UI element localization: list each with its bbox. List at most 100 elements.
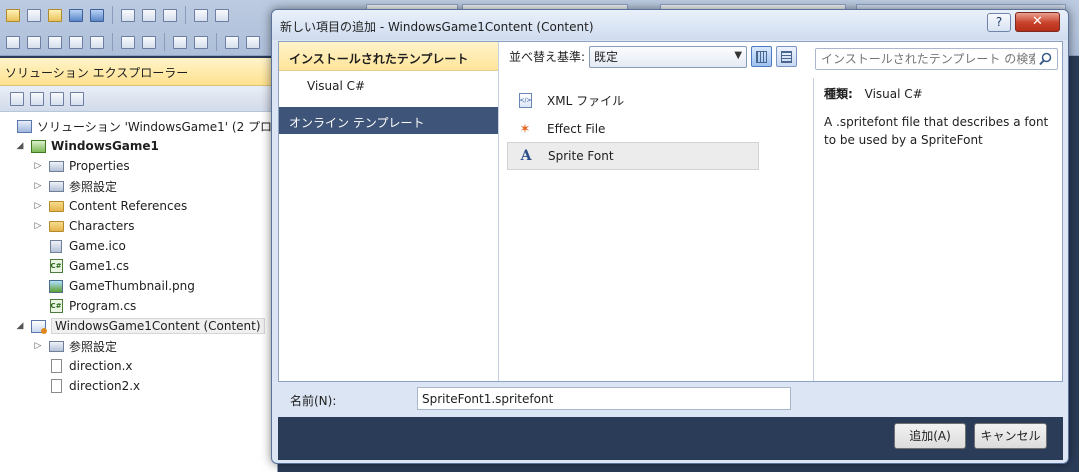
tree-item[interactable]: C# Game1.cs — [48, 256, 129, 276]
solution-icon — [16, 119, 32, 133]
search-icon[interactable] — [1039, 52, 1052, 66]
save-all-icon[interactable] — [88, 6, 106, 24]
tree-item-label: Program.cs — [69, 299, 137, 313]
properties-icon — [48, 159, 64, 173]
tree-item[interactable]: ▷ Characters — [32, 216, 135, 236]
align-lefts-icon[interactable] — [4, 33, 22, 51]
details-view-button[interactable] — [776, 46, 798, 67]
xml-file-icon: </> — [517, 92, 533, 108]
show-all-files-icon[interactable] — [30, 91, 44, 106]
tree-item-label: WindowsGame1Content (Content) — [51, 318, 265, 334]
tree-item[interactable]: ▷ Properties — [32, 156, 130, 176]
collapsed-arrow-icon[interactable]: ▷ — [32, 181, 44, 191]
collapsed-arrow-icon[interactable]: ▷ — [32, 221, 44, 231]
tree-item-label: Characters — [69, 219, 135, 233]
type-value: Visual C# — [864, 87, 923, 101]
save-icon[interactable] — [67, 6, 85, 24]
template-item-label: XML ファイル — [547, 93, 625, 108]
online-templates-category[interactable]: オンライン テンプレート — [279, 107, 498, 134]
expanded-arrow-icon[interactable]: ◢ — [14, 321, 26, 331]
category-visual-csharp[interactable]: Visual C# — [279, 71, 498, 99]
sort-dropdown[interactable]: 既定 ▼ — [589, 45, 748, 68]
undo-icon[interactable] — [192, 6, 210, 24]
template-search-input[interactable] — [821, 52, 1035, 66]
view-class-diagram-icon[interactable] — [70, 91, 84, 106]
properties-icon[interactable] — [10, 91, 24, 106]
chevron-down-icon: ▼ — [734, 49, 743, 61]
template-item-xml-file[interactable]: </> XML ファイル — [507, 86, 759, 114]
tree-item[interactable]: direction.x — [48, 356, 133, 376]
tree-item-label: 参照設定 — [69, 339, 118, 354]
template-item-label: Sprite Font — [548, 149, 614, 163]
template-search-box[interactable] — [815, 48, 1058, 70]
references-icon — [48, 179, 64, 193]
name-row: 名前(N): — [278, 383, 1063, 417]
collapsed-arrow-icon[interactable]: ▷ — [32, 201, 44, 211]
standard-toolbar — [0, 2, 231, 28]
align-centers-icon[interactable] — [25, 33, 43, 51]
tree-item[interactable]: ▷ 参照設定 — [32, 176, 117, 196]
horizontal-spacing-icon[interactable] — [119, 33, 137, 51]
folder-icon — [48, 219, 64, 233]
new-project-icon[interactable] — [4, 6, 22, 24]
paste-icon[interactable] — [161, 6, 179, 24]
cancel-button[interactable]: キャンセル — [974, 423, 1047, 449]
tree-item[interactable]: GameThumbnail.png — [48, 276, 195, 296]
template-item-effect-file[interactable]: ✶ Effect File — [507, 115, 759, 143]
collapsed-arrow-icon[interactable]: ▷ — [32, 341, 44, 351]
sort-label: 並べ替え基準: — [509, 50, 586, 64]
toolbar-separator — [164, 33, 165, 51]
name-label: 名前(N): — [290, 394, 337, 408]
bring-to-front-icon[interactable] — [223, 33, 241, 51]
installed-templates-header[interactable]: インストールされたテンプレート — [279, 42, 498, 71]
list-view-icon — [781, 50, 793, 63]
toolbar-separator — [112, 33, 113, 51]
solution-explorer: ソリューション エクスプローラー ソリューション 'WindowsGame1' … — [0, 58, 325, 472]
send-to-back-icon[interactable] — [244, 33, 262, 51]
cut-icon[interactable] — [119, 6, 137, 24]
spacing-icon[interactable] — [88, 33, 106, 51]
references-icon — [48, 339, 64, 353]
dialog-titlebar[interactable]: 新しい項目の追加 - WindowsGame1Content (Content)… — [272, 10, 1068, 40]
tree-item[interactable]: ▷ Content References — [32, 196, 188, 216]
tree-item[interactable]: Game.ico — [48, 236, 126, 256]
type-key: 種類: — [824, 87, 853, 101]
name-field[interactable] — [417, 387, 791, 410]
effect-file-icon: ✶ — [519, 121, 531, 137]
medium-icons-view-button[interactable] — [751, 46, 773, 67]
content-references-icon — [48, 199, 64, 213]
center-horizontally-icon[interactable] — [171, 33, 189, 51]
sort-bar: 並べ替え基準: 既定 ▼ — [500, 42, 814, 71]
expanded-arrow-icon[interactable]: ◢ — [14, 141, 26, 151]
format-icon[interactable] — [67, 33, 85, 51]
copy-icon[interactable] — [140, 6, 158, 24]
redo-icon[interactable] — [213, 6, 231, 24]
image-file-icon — [48, 279, 64, 293]
tree-item-label: Properties — [69, 159, 130, 173]
add-new-item-dialog: 新しい項目の追加 - WindowsGame1Content (Content)… — [271, 9, 1069, 464]
xna-project-icon — [30, 139, 46, 153]
content-project-icon — [30, 319, 47, 334]
open-icon[interactable] — [46, 6, 64, 24]
close-button[interactable]: ✕ — [1015, 12, 1060, 32]
tree-item[interactable]: C# Program.cs — [48, 296, 136, 316]
center-vertically-icon[interactable] — [192, 33, 210, 51]
collapsed-arrow-icon[interactable]: ▷ — [32, 161, 44, 171]
solution-explorer-title: ソリューション エクスプローラー — [0, 58, 277, 86]
cs-file-icon: C# — [48, 299, 64, 313]
template-item-sprite-font[interactable]: A Sprite Font — [507, 142, 759, 170]
tree-item[interactable]: ◢ WindowsGame1 — [14, 136, 159, 156]
tree-item[interactable]: ▷ 参照設定 — [32, 336, 117, 356]
template-details: 種類: Visual C# A .spritefont file that de… — [824, 78, 1060, 378]
tree-item[interactable]: direction2.x — [48, 376, 140, 396]
template-type: 種類: Visual C# — [824, 85, 923, 102]
vertical-spacing-icon[interactable] — [140, 33, 158, 51]
help-button[interactable]: ? — [987, 13, 1011, 32]
template-list-pane: 並べ替え基準: 既定 ▼ </> XML ファイル ✶ Effect File — [500, 42, 814, 381]
align-rights-icon[interactable] — [46, 33, 64, 51]
tree-item-label: direction.x — [69, 359, 133, 373]
tree-item[interactable]: ◢ WindowsGame1Content (Content) — [14, 316, 265, 336]
add-item-icon[interactable] — [25, 6, 43, 24]
add-button[interactable]: 追加(A) — [894, 423, 966, 449]
refresh-icon[interactable] — [50, 91, 64, 106]
